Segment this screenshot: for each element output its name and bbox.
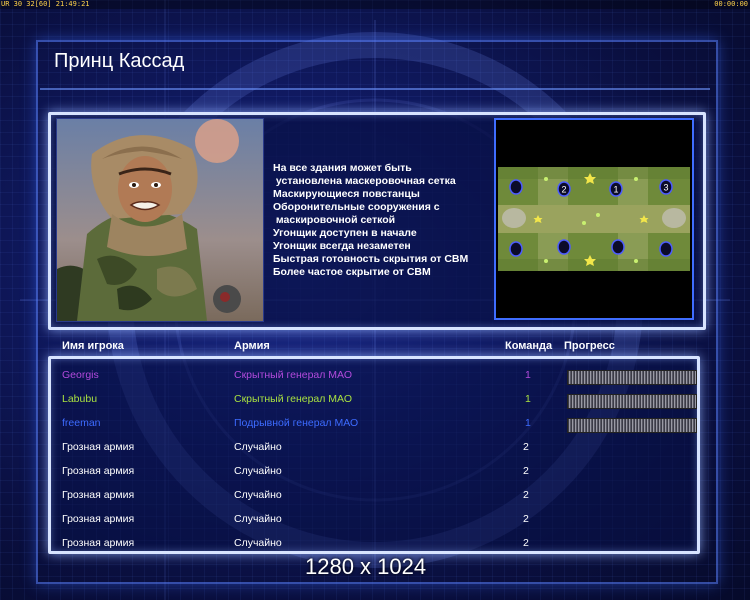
title-divider <box>40 88 710 90</box>
player-army: Скрытный генерал МАО <box>234 393 352 405</box>
table-row: freeman Подрывной генерал МАО 1 <box>51 412 697 436</box>
players-table-header: Имя игрока Армия Команда Прогресс <box>48 340 700 356</box>
player-army: Подрывной генерал МАО <box>234 417 359 429</box>
feature-line: установлена маскеровочная сетка <box>273 175 456 187</box>
progress-bar <box>567 370 697 385</box>
player-army: Скрытный генерал МАО <box>234 369 352 381</box>
feature-line: Быстрая готовность скрытия от СВМ <box>273 253 469 265</box>
player-name: Грозная армия <box>62 513 135 525</box>
status-bar-clock: 00:00:00 <box>714 0 748 8</box>
player-team: 2 <box>523 441 529 453</box>
general-features-list: На все здания может быть установлена мас… <box>273 162 488 279</box>
player-team: 1 <box>525 417 531 429</box>
minimap[interactable]: 2 1 3 <box>498 167 690 271</box>
player-name: Грозная армия <box>62 489 135 501</box>
player-name: Грозная армия <box>62 441 135 453</box>
table-row: Грозная армия Случайно 2 <box>51 532 697 556</box>
player-name: Грозная армия <box>62 537 135 549</box>
feature-line: Маскирующиеся повстанцы <box>273 188 420 200</box>
feature-line: На все здания может быть <box>273 162 412 174</box>
player-name: Грозная армия <box>62 465 135 477</box>
player-army: Случайно <box>234 537 282 549</box>
player-name: Labubu <box>62 393 98 405</box>
table-row: Georgis Скрытный генерал МАО 1 <box>51 364 697 388</box>
spawn-number: 1 <box>613 185 618 195</box>
players-table: Georgis Скрытный генерал МАО 1 Labubu Ск… <box>48 356 700 554</box>
resolution-overlay: 1280 x 1024 <box>305 554 427 579</box>
column-header-player: Имя игрока <box>62 340 124 352</box>
player-army: Случайно <box>234 489 282 501</box>
player-team: 1 <box>525 369 531 381</box>
status-bar-left: UR 30 32[60] 21:49:21 <box>1 0 90 8</box>
column-header-team: Команда <box>505 340 553 352</box>
table-row: Labubu Скрытный генерал МАО 1 <box>51 388 697 412</box>
column-header-army: Армия <box>234 340 270 352</box>
page-title: Принц Кассад <box>54 50 185 72</box>
feature-line: маскировочной сеткой <box>273 214 396 226</box>
feature-line: Оборонительные сооружения с <box>273 201 440 213</box>
player-army: Случайно <box>234 513 282 525</box>
player-team: 2 <box>523 537 529 549</box>
column-header-progress: Прогресс <box>564 340 615 352</box>
table-row: Грозная армия Случайно 2 <box>51 484 697 508</box>
table-row: Грозная армия Случайно 2 <box>51 436 697 460</box>
player-name: freeman <box>62 417 101 429</box>
spawn-number: 3 <box>663 183 668 193</box>
player-team: 2 <box>523 513 529 525</box>
player-team: 1 <box>525 393 531 405</box>
player-team: 2 <box>523 489 529 501</box>
player-team: 2 <box>523 465 529 477</box>
player-army: Случайно <box>234 441 282 453</box>
progress-bar <box>567 394 697 409</box>
feature-line: Угонщик доступен в начале <box>273 227 417 239</box>
general-portrait <box>56 118 264 322</box>
player-army: Случайно <box>234 465 282 477</box>
progress-bar <box>567 418 697 433</box>
table-row: Грозная армия Случайно 2 <box>51 460 697 484</box>
table-row: Грозная армия Случайно 2 <box>51 508 697 532</box>
player-name: Georgis <box>62 369 99 381</box>
status-bar: UR 30 32[60] 21:49:21 00:00:00 <box>0 0 750 9</box>
spawn-number: 2 <box>561 185 566 195</box>
feature-line: Угонщик всегда незаметен <box>273 240 411 252</box>
feature-line: Более частое скрытие от СВМ <box>273 266 431 278</box>
